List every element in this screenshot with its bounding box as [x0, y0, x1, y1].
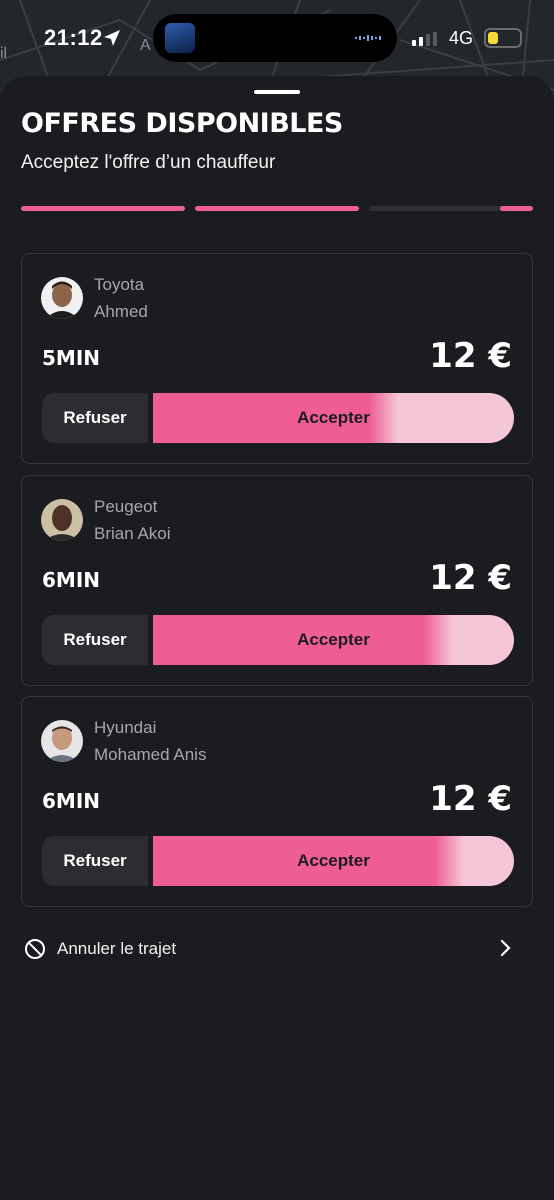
- now-playing-artwork-icon: [165, 23, 195, 53]
- car-model: Hyundai: [94, 718, 157, 737]
- prohibited-icon: [25, 939, 45, 959]
- status-bar: 21:12 4G: [0, 0, 554, 78]
- price: 12 €: [429, 336, 512, 376]
- refuse-button[interactable]: Refuser: [42, 615, 148, 665]
- offer-card: Toyota Ahmed 5MIN 12 € Refuser Accepter: [21, 253, 533, 464]
- dynamic-island[interactable]: [153, 14, 397, 62]
- cancel-trip-row[interactable]: Annuler le trajet: [24, 934, 518, 964]
- price: 12 €: [429, 779, 512, 819]
- network-type: 4G: [449, 28, 474, 48]
- driver-avatar: [41, 499, 83, 541]
- audio-wave-icon: [355, 35, 381, 41]
- eta: 6MIN: [42, 568, 100, 592]
- price: 12 €: [429, 558, 512, 598]
- car-model: Toyota: [94, 275, 145, 294]
- battery-icon: [484, 28, 522, 48]
- page-title: OFFRES DISPONIBLES: [21, 108, 343, 139]
- progress-segment-3: [369, 206, 533, 211]
- eta: 6MIN: [42, 789, 100, 813]
- progress-segment-2: [195, 206, 359, 211]
- accept-button[interactable]: Accepter: [153, 836, 514, 886]
- cellular-signal-icon: [412, 32, 437, 46]
- eta: 5MIN: [42, 346, 100, 370]
- driver-name: Mohamed Anis: [94, 745, 207, 764]
- accept-button[interactable]: Accepter: [153, 615, 514, 665]
- sheet-grabber[interactable]: [254, 90, 300, 94]
- refuse-button[interactable]: Refuser: [42, 836, 148, 886]
- offer-card: Peugeot Brian Akoi 6MIN 12 € Refuser Acc…: [21, 475, 533, 686]
- clock: 21:12: [44, 25, 103, 50]
- offers-sheet: OFFRES DISPONIBLES Acceptez l'offre d’un…: [0, 76, 554, 1200]
- chevron-right-icon: [500, 939, 511, 957]
- driver-avatar: [41, 720, 83, 762]
- step-progress: [21, 206, 533, 212]
- driver-name: Ahmed: [94, 302, 148, 321]
- cancel-trip-label: Annuler le trajet: [57, 939, 177, 958]
- offer-card: Hyundai Mohamed Anis 6MIN 12 € Refuser A…: [21, 696, 533, 907]
- accept-button[interactable]: Accepter: [153, 393, 514, 443]
- driver-name: Brian Akoi: [94, 524, 171, 543]
- driver-avatar: [41, 277, 83, 319]
- location-arrow-icon: [104, 30, 120, 46]
- car-model: Peugeot: [94, 497, 158, 516]
- refuse-button[interactable]: Refuser: [42, 393, 148, 443]
- progress-segment-1: [21, 206, 185, 211]
- page-subtitle: Acceptez l'offre d’un chauffeur: [21, 152, 276, 173]
